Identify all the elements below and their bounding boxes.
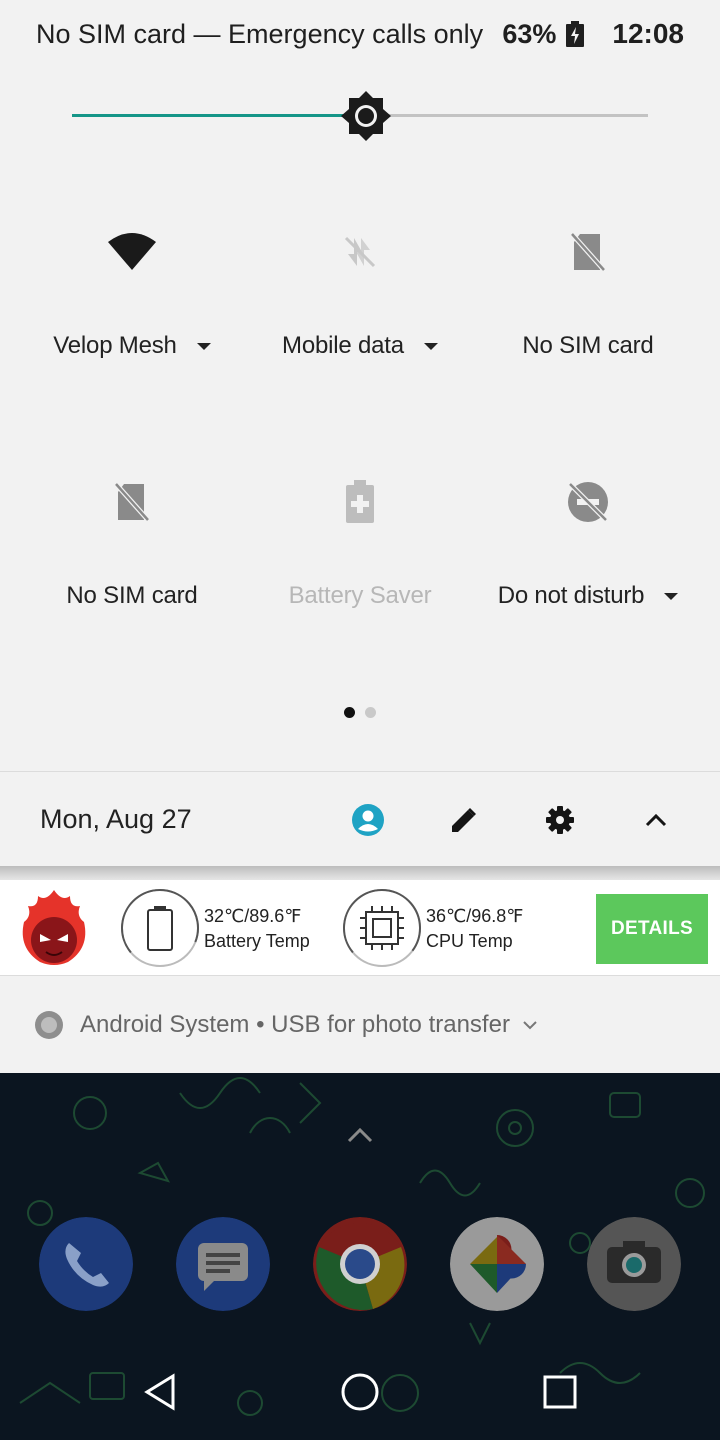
details-button[interactable]: DETAILS xyxy=(596,894,708,964)
battery-temp-label: Battery Temp xyxy=(204,931,310,951)
settings-icon[interactable] xyxy=(542,802,578,838)
quick-settings-tiles: Velop Mesh Mobile data No SIM card No SI… xyxy=(18,200,702,700)
battery-charging-icon xyxy=(566,21,585,47)
cpu-temp-label: CPU Temp xyxy=(426,931,513,951)
dock xyxy=(0,1217,720,1313)
tile-battery-saver[interactable]: Battery Saver xyxy=(246,450,474,700)
cpu-temp-text: 36℃/96.8℉ CPU Temp xyxy=(426,904,523,954)
cpu-temp-gauge-icon xyxy=(342,889,421,967)
battery-temp-value: 32℃/89.6℉ xyxy=(204,906,302,926)
chevron-down-icon[interactable] xyxy=(423,342,438,350)
camera-app-icon[interactable] xyxy=(587,1217,681,1311)
mobile-data-label[interactable]: Mobile data xyxy=(282,332,404,360)
tile-mobile-data[interactable]: Mobile data xyxy=(246,200,474,450)
chevron-down-icon[interactable] xyxy=(664,592,679,600)
clock: 12:08 xyxy=(612,18,684,49)
chevron-down-icon[interactable] xyxy=(196,342,211,350)
status-bar: No SIM card — Emergency calls only 63% 1… xyxy=(0,0,720,68)
navigation-bar xyxy=(0,1345,720,1440)
notification-message: USB for photo transfer xyxy=(271,1011,510,1038)
tile-do-not-disturb[interactable]: Do not disturb xyxy=(474,450,702,700)
battery-temp-text: 32℃/89.6℉ Battery Temp xyxy=(204,904,310,954)
tile-row: Velop Mesh Mobile data No SIM card xyxy=(18,200,702,450)
shade-divider xyxy=(0,866,720,880)
tile-label-no-sim-2[interactable]: No SIM card xyxy=(66,582,197,610)
brightness-fill xyxy=(72,114,366,117)
messages-app-icon[interactable] xyxy=(176,1217,270,1311)
edit-icon[interactable] xyxy=(446,802,482,838)
tile-label-no-sim[interactable]: No SIM card xyxy=(522,332,653,360)
status-right-group: 63% 12:08 xyxy=(502,18,684,50)
expand-chevron-icon[interactable] xyxy=(522,1017,538,1033)
wifi-icon[interactable] xyxy=(102,222,162,282)
chrome-app-icon[interactable] xyxy=(313,1217,407,1311)
recents-icon[interactable] xyxy=(535,1367,585,1417)
user-icon[interactable] xyxy=(350,802,386,838)
page-dot xyxy=(365,707,376,718)
phone-app-icon[interactable] xyxy=(39,1217,133,1311)
app-drawer-chevron-icon[interactable] xyxy=(346,1125,374,1145)
battery-saver-icon[interactable] xyxy=(330,472,390,532)
tile-label-battery-saver[interactable]: Battery Saver xyxy=(289,582,432,610)
tile-no-sim-2[interactable]: No SIM card xyxy=(18,450,246,700)
tile-row: No SIM card Battery Saver Do not disturb xyxy=(18,450,702,700)
battery-percent: 63% xyxy=(502,18,557,49)
antutu-logo-icon xyxy=(22,890,86,965)
date-text[interactable]: Mon, Aug 27 xyxy=(40,804,192,835)
do-not-disturb-icon[interactable] xyxy=(558,472,618,532)
home-screen xyxy=(0,1073,720,1440)
antutu-notification[interactable]: 32℃/89.6℉ Battery Temp 36℃/96.8℉ CPU Tem… xyxy=(0,880,720,976)
page-dot-active xyxy=(344,707,355,718)
battery-saver-label[interactable]: Battery Saver xyxy=(289,582,432,610)
android-system-icon xyxy=(35,1011,63,1039)
dnd-label[interactable]: Do not disturb xyxy=(498,582,645,610)
brightness-icon[interactable] xyxy=(340,90,392,142)
tile-label-mobile-data[interactable]: Mobile data xyxy=(282,332,438,360)
date-row: Mon, Aug 27 xyxy=(0,771,720,867)
battery-temp-gauge-icon xyxy=(121,889,199,967)
no-sim-label[interactable]: No SIM card xyxy=(522,332,653,360)
tile-wifi[interactable]: Velop Mesh xyxy=(18,200,246,450)
cpu-temp-value: 36℃/96.8℉ xyxy=(426,906,524,926)
tile-no-sim[interactable]: No SIM card xyxy=(474,200,702,450)
mobile-data-off-icon[interactable] xyxy=(330,222,390,282)
notification-separator: • xyxy=(256,1011,265,1038)
photos-app-icon[interactable] xyxy=(450,1217,544,1311)
notification-app-name: Android System xyxy=(80,1011,250,1038)
no-sim-label[interactable]: No SIM card xyxy=(66,582,197,610)
wifi-label[interactable]: Velop Mesh xyxy=(53,332,177,360)
brightness-slider[interactable] xyxy=(72,91,648,141)
no-sim-icon[interactable] xyxy=(102,472,162,532)
tile-label-wifi[interactable]: Velop Mesh xyxy=(53,332,211,360)
page-indicator xyxy=(0,707,720,718)
tile-label-dnd[interactable]: Do not disturb xyxy=(498,582,679,610)
usb-notification[interactable]: Android System • USB for photo transfer xyxy=(0,977,720,1073)
no-sim-icon[interactable] xyxy=(558,222,618,282)
collapse-icon[interactable] xyxy=(638,802,674,838)
usb-notification-text[interactable]: Android System • USB for photo transfer xyxy=(80,1011,510,1039)
carrier-status: No SIM card — Emergency calls only xyxy=(36,18,484,49)
home-icon[interactable] xyxy=(335,1367,385,1417)
back-icon[interactable] xyxy=(136,1367,186,1417)
